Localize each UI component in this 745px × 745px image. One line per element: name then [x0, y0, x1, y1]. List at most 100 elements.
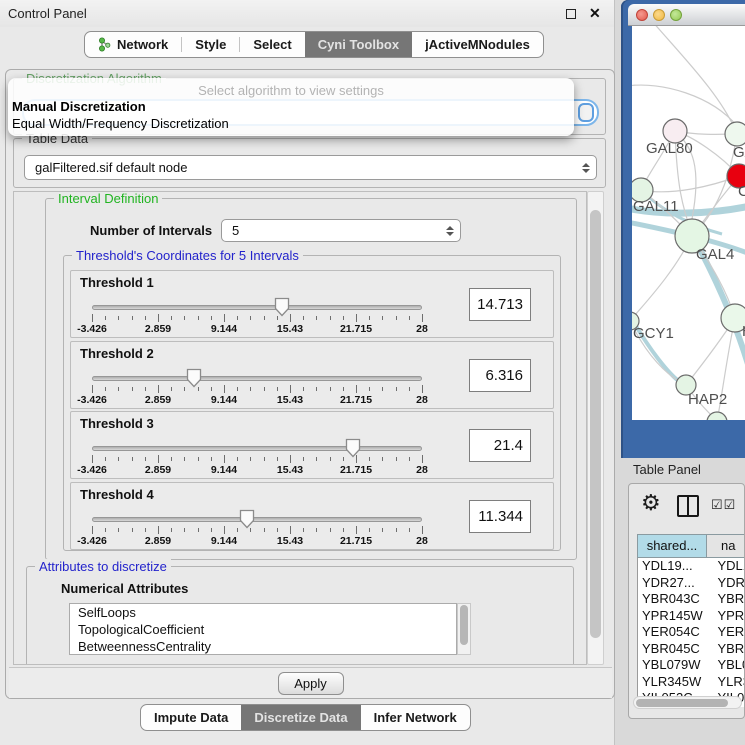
tick-label: 9.144: [211, 323, 237, 335]
tab-select[interactable]: Select: [240, 32, 304, 57]
tab-jactivemnodules[interactable]: jActiveMNodules: [412, 32, 543, 57]
threshold-label: Threshold 4: [80, 487, 154, 502]
table-body: YDL19...YDL1YDR27...YDR2YBR043CYBR0YPR14…: [637, 558, 745, 707]
threshold-value-box[interactable]: 14.713: [469, 288, 531, 321]
network-node[interactable]: [725, 122, 745, 146]
table-row[interactable]: YBR045CYBR0: [638, 641, 745, 658]
panel-title: Control Panel: [8, 6, 87, 21]
tab-infer-network[interactable]: Infer Network: [361, 705, 470, 730]
apply-button[interactable]: Apply: [278, 672, 344, 695]
threshold-label: Threshold 1: [80, 275, 154, 290]
cell-shared-name[interactable]: YDR27...: [638, 575, 707, 592]
cell-shared-name[interactable]: YDL19...: [638, 558, 707, 575]
table-row[interactable]: YBR043CYBR0: [638, 591, 745, 608]
slider-tick-labels: -3.4262.8599.14415.4321.71528: [92, 535, 422, 547]
apply-row: Apply: [9, 667, 612, 698]
number-of-intervals-label: Number of Intervals: [90, 223, 212, 238]
threshold-panel: Threshold 1-3.4262.8599.14415.4321.71528…: [70, 270, 554, 338]
cyni-content-panel: Discretization Algorithm Table Data galF…: [5, 69, 615, 699]
table-data-selected-value: galFiltered.sif default node: [35, 160, 187, 175]
attribute-list-item[interactable]: BetweennessCentrality: [70, 638, 456, 655]
node-label: C: [738, 183, 745, 200]
cell-name[interactable]: YBR0: [707, 641, 745, 658]
network-canvas[interactable]: GAL80GACGAL11GAL4GCY1HHAP2: [632, 26, 745, 420]
columns-icon[interactable]: [677, 495, 699, 517]
tick-label: -3.426: [77, 394, 107, 406]
table-row[interactable]: YDL19...YDL1: [638, 558, 745, 575]
cell-name[interactable]: YPR1: [707, 608, 745, 625]
scrollbar-thumb[interactable]: [636, 699, 728, 707]
float-icon[interactable]: [566, 9, 576, 19]
cell-shared-name[interactable]: YER054C: [638, 624, 707, 641]
table-panel-toolbar: ⚙ ☑☑: [629, 484, 744, 528]
tab-impute-data[interactable]: Impute Data: [141, 705, 241, 730]
cell-shared-name[interactable]: YPR145W: [638, 608, 707, 625]
tab-discretize-data[interactable]: Discretize Data: [241, 705, 360, 730]
thresholds-group: Threshold's Coordinates for 5 Intervals …: [63, 255, 561, 551]
threshold-value-box[interactable]: 21.4: [469, 429, 531, 462]
threshold-value-box[interactable]: 6.316: [469, 359, 531, 392]
numerical-attributes-list[interactable]: SelfLoopsTopologicalCoefficientBetweenne…: [69, 603, 457, 655]
dropdown-option-equal-width-frequency[interactable]: Equal Width/Frequency Discretization: [12, 116, 229, 131]
node-table: shared... na YDL19...YDL1YDR27...YDR2YBR…: [637, 534, 745, 682]
gear-icon[interactable]: ⚙: [641, 490, 661, 516]
cell-name[interactable]: YBR0: [707, 591, 745, 608]
group-title: Attributes to discretize: [35, 559, 171, 574]
scrollbar-thumb[interactable]: [590, 210, 601, 638]
attribute-list-item[interactable]: SelfLoops: [70, 604, 456, 621]
tab-network[interactable]: Network: [85, 32, 181, 57]
table-row[interactable]: YER054CYER0: [638, 624, 745, 641]
slider-tick-labels: -3.4262.8599.14415.4321.71528: [92, 394, 422, 406]
attributes-to-discretize-group: Attributes to discretize Numerical Attri…: [26, 566, 574, 665]
scrollbar-thumb[interactable]: [460, 605, 468, 645]
cell-name[interactable]: YBL0: [707, 657, 745, 674]
tab-style[interactable]: Style: [182, 32, 239, 57]
attribute-list-item[interactable]: TopologicalCoefficient: [70, 621, 456, 638]
cell-name[interactable]: YDR2: [707, 575, 745, 592]
main-vertical-scrollbar[interactable]: [587, 191, 604, 665]
tab-infer-network-label: Infer Network: [374, 710, 457, 725]
cell-shared-name[interactable]: YLR345W: [638, 674, 707, 691]
checkbox-icons[interactable]: ☑☑: [711, 497, 736, 513]
table-row[interactable]: YDR27...YDR2: [638, 575, 745, 592]
interval-definition-group: Interval Definition Number of Intervals …: [45, 198, 577, 560]
table-row[interactable]: YLR345WYLR3: [638, 674, 745, 691]
slider-track[interactable]: [92, 517, 422, 522]
column-header-shared-name[interactable]: shared...: [637, 534, 707, 558]
tick-label: 28: [416, 394, 428, 406]
tab-select-label: Select: [253, 37, 291, 52]
threshold-value-box[interactable]: 11.344: [469, 500, 531, 533]
table-row[interactable]: YPR145WYPR1: [638, 608, 745, 625]
table-header-row: shared... na: [637, 534, 745, 558]
table-row[interactable]: YBL079WYBL0: [638, 657, 745, 674]
close-icon[interactable]: ✕: [589, 5, 601, 22]
cell-shared-name[interactable]: YBR043C: [638, 591, 707, 608]
slider-ticks: [92, 385, 422, 394]
zoom-light-icon[interactable]: [670, 9, 682, 21]
dropdown-option-manual-discretization[interactable]: Manual Discretization: [12, 99, 146, 114]
cell-name[interactable]: YDL1: [707, 558, 745, 575]
close-light-icon[interactable]: [636, 9, 648, 21]
network-window-titlebar[interactable]: [628, 4, 745, 26]
slider-track[interactable]: [92, 305, 422, 310]
node-label: GAL80: [646, 140, 693, 157]
network-view-window[interactable]: GAL80GACGAL11GAL4GCY1HHAP2: [621, 0, 745, 458]
slider-track[interactable]: [92, 376, 422, 381]
table-horizontal-scrollbar[interactable]: [633, 696, 742, 709]
cell-shared-name[interactable]: YBL079W: [638, 657, 707, 674]
number-of-intervals-combobox[interactable]: 5: [221, 219, 461, 242]
numerical-attributes-label: Numerical Attributes: [61, 581, 188, 596]
slider-track[interactable]: [92, 446, 422, 451]
tick-label: 15.43: [277, 394, 303, 406]
minimize-light-icon[interactable]: [653, 9, 665, 21]
list-vertical-scrollbar[interactable]: [457, 603, 471, 655]
combo-spinner-icon[interactable]: [578, 103, 594, 122]
threshold-panel: Threshold 4 -3.4262.8599.14415.4321.71528…: [70, 482, 554, 550]
cell-name[interactable]: YER0: [707, 624, 745, 641]
node-label: GAL4: [696, 246, 734, 263]
cell-shared-name[interactable]: YBR045C: [638, 641, 707, 658]
column-header-name[interactable]: na: [707, 534, 745, 558]
cell-name[interactable]: YLR3: [707, 674, 745, 691]
tab-cyni-toolbox[interactable]: Cyni Toolbox: [305, 32, 412, 57]
table-data-combobox[interactable]: galFiltered.sif default node: [24, 155, 597, 180]
